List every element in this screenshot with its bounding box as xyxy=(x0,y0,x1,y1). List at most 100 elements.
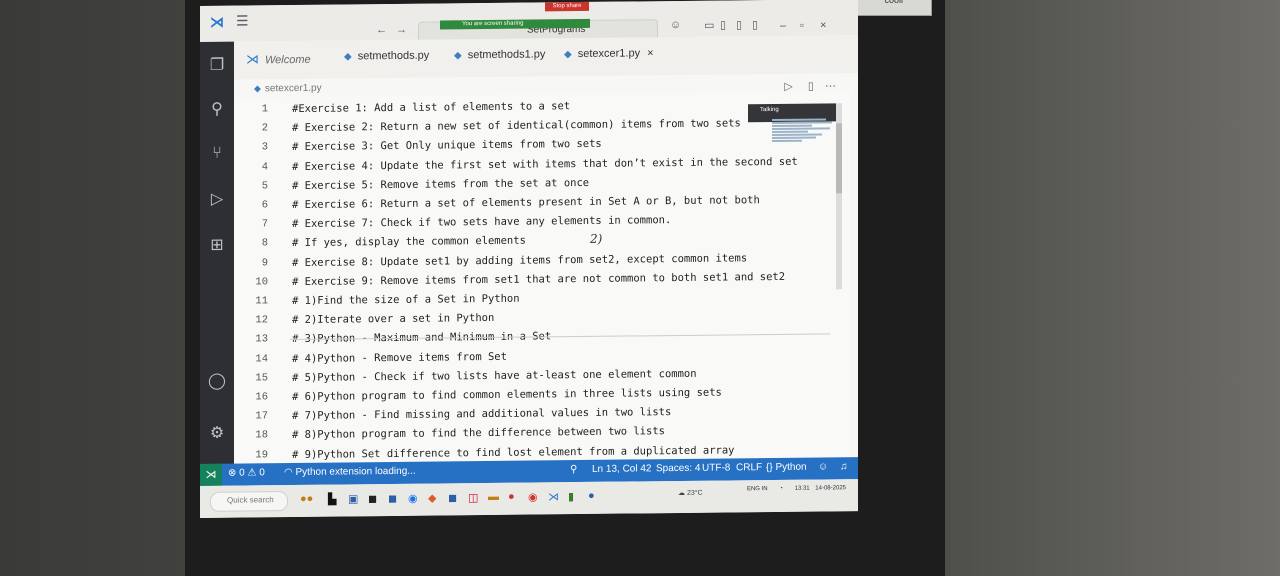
weather-widget[interactable]: ☁ 23°C xyxy=(678,489,703,497)
extension-status-text: Python extension loading... xyxy=(295,465,416,478)
code-text: # Exercise 6: Return a set of elements p… xyxy=(292,194,760,212)
line-number: 7 xyxy=(261,218,268,231)
encoding[interactable]: UTF-8 xyxy=(702,462,730,473)
vscode-taskbar-icon[interactable]: ⋊ xyxy=(548,490,559,503)
tab-setmethods1[interactable]: ◆ setmethods1.py xyxy=(454,48,545,61)
vscode-window: ⋊ ☰ ← → SetPrograms You are screen shari… xyxy=(200,0,858,518)
line-number: 8 xyxy=(261,237,268,250)
activity-bar: ❐ ⚲ ⑂ ▷ ⊞ ◯ ⚙ xyxy=(200,41,234,466)
layout-icon[interactable]: ▭ xyxy=(704,19,714,32)
search-icon[interactable]: ⚲ xyxy=(207,100,227,120)
widgets-icon[interactable]: ●● xyxy=(300,493,313,505)
toggle-panel-icon[interactable]: ▯ xyxy=(736,18,742,31)
forward-arrow-icon[interactable]: → xyxy=(396,24,407,36)
code-text: # Exercise 5: Remove items from the set … xyxy=(292,176,590,192)
code-text: # 8)Python program to find the differenc… xyxy=(292,425,665,442)
line-number: 11 xyxy=(255,295,268,308)
app-icon[interactable]: ● xyxy=(588,490,595,502)
projector-label: cooli xyxy=(884,0,903,5)
scroll-thumb[interactable] xyxy=(836,123,842,194)
copilot-icon[interactable]: ☺ xyxy=(818,461,828,472)
code-text: # Exercise 3: Get Only unique items from… xyxy=(292,138,602,154)
vertical-scrollbar[interactable] xyxy=(836,103,842,290)
app-icon[interactable]: ◆ xyxy=(428,492,436,505)
app-icon[interactable]: ◼ xyxy=(388,492,397,505)
app-icon[interactable]: ◉ xyxy=(528,490,538,503)
editor-tab-bar: ⋊ Welcome ◆ setmethods.py ◆ setmethods1.py … xyxy=(234,35,858,93)
tab-label: setmethods1.py xyxy=(467,48,546,62)
app-icon[interactable]: ● xyxy=(508,491,515,503)
line-endings[interactable]: CRLF xyxy=(736,462,762,473)
line-number: 9 xyxy=(261,256,268,269)
stop-share-button[interactable]: Stop share xyxy=(545,0,589,12)
tab-setexcer1[interactable]: ◆ setexcer1.py × xyxy=(564,47,654,60)
language-mode[interactable]: {} Python xyxy=(766,462,807,473)
app-icon[interactable]: ▣ xyxy=(348,492,358,505)
zoom-search-icon[interactable]: ⚲ xyxy=(570,464,577,475)
line-number: 1 xyxy=(261,103,268,116)
weather-text: 23°C xyxy=(686,489,703,497)
settings-gear-icon[interactable]: ⚙ xyxy=(207,424,227,444)
indentation[interactable]: Spaces: 4 xyxy=(656,463,700,474)
wifi-icon[interactable]: ◔ xyxy=(779,486,783,492)
python-extension-status[interactable]: ◠ Python extension loading... xyxy=(284,466,416,478)
cursor-position[interactable]: Ln 13, Col 42 xyxy=(592,463,652,475)
line-number: 12 xyxy=(255,314,268,327)
code-editor[interactable]: 1 #Exercise 1: Add a list of elements to … xyxy=(234,91,850,466)
language-indicator[interactable]: ENG IN xyxy=(747,486,768,492)
toggle-secondary-icon[interactable]: ▯ xyxy=(752,18,758,31)
extensions-icon[interactable]: ⊞ xyxy=(207,236,227,256)
screen-share-bar: You are screen sharing xyxy=(440,18,590,30)
line-number: 2 xyxy=(261,122,268,135)
account-icon[interactable]: ◯ xyxy=(207,372,227,392)
handwritten-annotation: 2) xyxy=(590,231,603,246)
line-number: 6 xyxy=(261,199,268,212)
menu-icon[interactable]: ☰ xyxy=(236,12,249,29)
app-icon[interactable]: ▙ xyxy=(328,493,336,506)
app-icon[interactable]: ◼ xyxy=(368,492,377,505)
line-number: 16 xyxy=(255,391,268,404)
remote-indicator-icon[interactable]: ⋊ xyxy=(200,463,222,486)
app-icon[interactable]: ▮ xyxy=(568,490,574,503)
code-text: # 6)Python program to find common elemen… xyxy=(292,386,722,404)
breadcrumb-file: setexcer1.py xyxy=(264,82,322,95)
explorer-icon[interactable]: ❐ xyxy=(207,56,227,76)
app-icon[interactable]: ◉ xyxy=(408,492,418,505)
maximize-icon[interactable]: ▫ xyxy=(800,20,804,32)
system-tray: ENG IN ◔ 13:31 14-08-2025 xyxy=(747,485,846,492)
minimap[interactable] xyxy=(772,117,836,152)
app-icon[interactable]: ◼ xyxy=(448,491,457,504)
line-number: 10 xyxy=(255,276,268,289)
line-number: 14 xyxy=(255,352,268,366)
code-text: # Exercise 2: Return a new set of identi… xyxy=(292,117,741,135)
run-debug-icon[interactable]: ▷ xyxy=(207,190,227,210)
clock-date[interactable]: 14-08-2025 xyxy=(815,485,846,491)
file-explorer-icon[interactable]: ▬ xyxy=(488,491,499,503)
breadcrumb[interactable]: ◆ setexcer1.py xyxy=(254,83,322,95)
tab-setmethods[interactable]: ◆ setmethods.py xyxy=(344,50,429,63)
tab-label: setmethods.py xyxy=(357,49,430,63)
tab-close-icon[interactable]: × xyxy=(647,47,653,59)
vscode-logo-icon: ⋊ xyxy=(246,51,259,67)
source-control-icon[interactable]: ⑂ xyxy=(207,144,227,164)
problems-indicator[interactable]: ⊗ 0 ⚠ 0 xyxy=(228,467,265,478)
back-arrow-icon[interactable]: ← xyxy=(376,24,387,36)
tab-label: Welcome xyxy=(265,53,311,67)
code-text: # Exercise 4: Update the first set with … xyxy=(292,155,798,173)
close-window-icon[interactable]: × xyxy=(820,19,826,31)
accounts-icon[interactable]: ☺ xyxy=(670,19,681,31)
clock-time[interactable]: 13:31 xyxy=(795,486,810,492)
python-file-icon: ◆ xyxy=(564,49,572,61)
tab-label: setexcer1.py xyxy=(577,47,641,61)
code-text: # If yes, display the common elements xyxy=(292,234,526,250)
app-icon[interactable]: ◫ xyxy=(468,491,478,504)
notifications-icon[interactable]: ♫ xyxy=(840,461,848,472)
toggle-sidebar-icon[interactable]: ▯ xyxy=(720,18,726,31)
python-file-icon: ◆ xyxy=(454,50,462,62)
tab-welcome[interactable]: ⋊ Welcome xyxy=(246,51,311,68)
line-number: 15 xyxy=(255,372,268,385)
wall-shade xyxy=(900,0,1280,576)
code-text: # 4)Python - Remove items from Set xyxy=(292,350,507,365)
minimize-icon[interactable]: – xyxy=(780,20,786,32)
taskbar-search[interactable]: Quick search xyxy=(210,491,288,512)
